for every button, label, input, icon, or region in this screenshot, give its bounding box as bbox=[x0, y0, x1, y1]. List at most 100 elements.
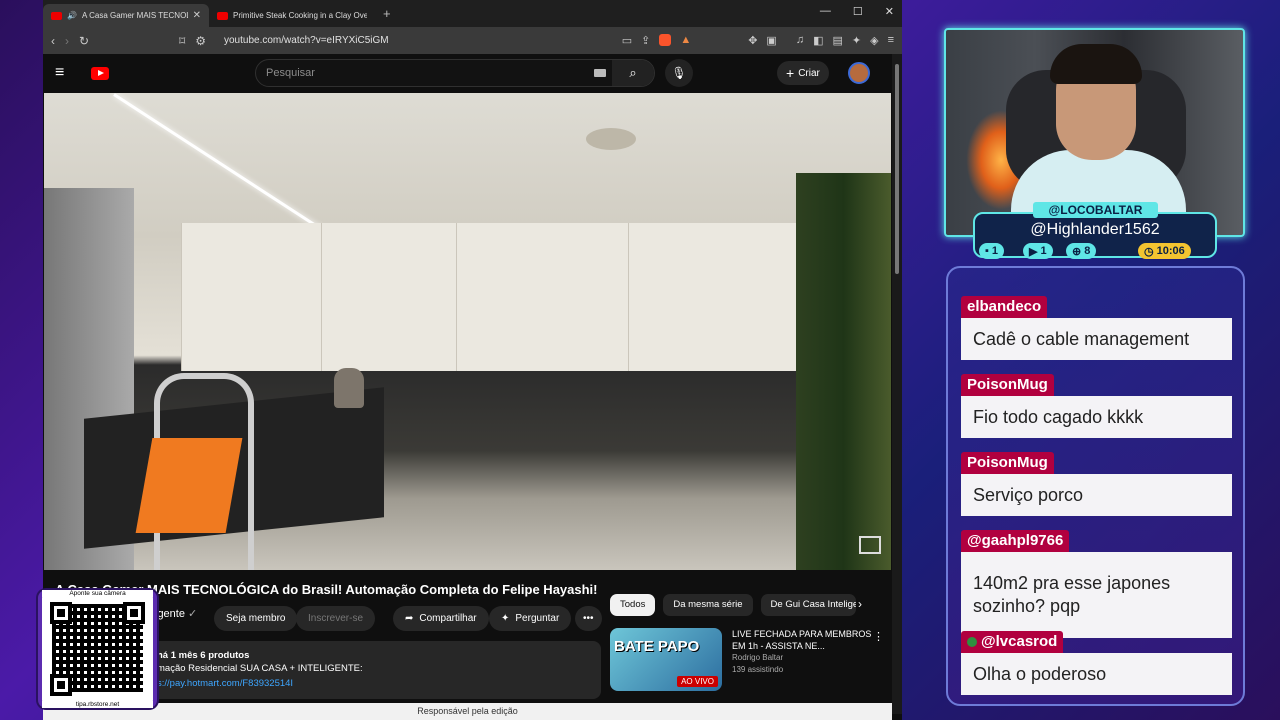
music-icon[interactable]: ♫ bbox=[796, 34, 804, 47]
close-window-icon[interactable]: ✕ bbox=[885, 5, 894, 18]
reload-icon[interactable]: ↻ bbox=[79, 34, 89, 48]
url-field[interactable]: youtube.com/watch?v=eIRYXiC5iGM bbox=[224, 35, 612, 46]
youtube-logo-icon[interactable] bbox=[91, 66, 109, 80]
youtube-icon: ▶ bbox=[1029, 245, 1038, 258]
chat-username: PoisonMug bbox=[961, 374, 1054, 396]
screenshot-icon[interactable]: ▣ bbox=[766, 34, 776, 47]
keyboard-icon[interactable] bbox=[594, 69, 606, 77]
hamburger-icon[interactable]: ≡ bbox=[55, 64, 81, 82]
sub-count-badge: ⊕ 8 bbox=[1066, 243, 1097, 259]
youtube-favicon-icon bbox=[51, 11, 62, 20]
watermark-house-icon bbox=[859, 536, 881, 554]
menu-icon[interactable]: ≡ bbox=[888, 34, 894, 47]
kebab-icon[interactable]: ⋮ bbox=[873, 630, 884, 643]
tab-active[interactable]: 🔊 A Casa Gamer MAIS TECNOLÓGICA do Brasi… bbox=[43, 4, 209, 27]
cast-icon[interactable]: ▭ bbox=[622, 34, 632, 47]
plus-icon: + bbox=[786, 65, 795, 81]
chat-message: PoisonMug Fio todo cagado kkkk bbox=[961, 374, 1232, 438]
chat-message: elbandeco Cadê o cable management bbox=[961, 296, 1232, 360]
scrollbar[interactable] bbox=[892, 54, 902, 714]
qr-caption-top: Aponte sua câmera bbox=[42, 590, 153, 597]
recommendation-title[interactable]: LIVE FECHADA PARA MEMBROS EM 1h - ASSIST… bbox=[732, 628, 872, 652]
youtube-header: ≡ Pesquisar ⌕ 🎙 + Criar bbox=[43, 54, 902, 92]
sub-count: 8 bbox=[1084, 245, 1091, 257]
live-badge: AO VIVO bbox=[677, 676, 718, 687]
rewards-icon[interactable]: ▲ bbox=[680, 34, 691, 47]
share-arrow-icon: ➦ bbox=[405, 613, 414, 624]
qr-finder bbox=[123, 602, 145, 624]
qr-finder bbox=[50, 602, 72, 624]
leo-icon[interactable]: ✦ bbox=[852, 34, 861, 47]
chat-text: Serviço porco bbox=[961, 474, 1232, 516]
clock-icon: ◷ bbox=[1144, 245, 1154, 258]
close-tab-icon[interactable]: ✕ bbox=[193, 10, 201, 21]
browser-window: 🔊 A Casa Gamer MAIS TECNOLÓGICA do Brasi… bbox=[43, 0, 902, 720]
ceiling-speaker bbox=[586, 128, 636, 150]
chat-message: @lvcasrod Olha o poderoso bbox=[961, 631, 1232, 695]
speaker-icon: 🔊 bbox=[67, 11, 77, 20]
chat-text: 140m2 pra esse japones sozinho? pqp bbox=[961, 552, 1232, 638]
description-link[interactable]: s://pay.hotmart.com/F83932514I bbox=[157, 677, 601, 690]
extensions-icon[interactable]: ✥ bbox=[748, 34, 757, 47]
member-button[interactable]: Seja membro bbox=[214, 606, 298, 631]
timer-value: 10:06 bbox=[1156, 245, 1185, 257]
description-box[interactable]: há 1 mês 6 produtos mação Residencial SU… bbox=[105, 641, 601, 699]
wallet-icon[interactable]: ▤ bbox=[832, 34, 842, 47]
search-icon[interactable]: ⌕ bbox=[612, 60, 654, 86]
search-input[interactable]: Pesquisar ⌕ bbox=[255, 59, 655, 87]
member-label: Seja membro bbox=[226, 613, 286, 624]
brave-shield-icon[interactable] bbox=[659, 34, 672, 46]
microphone-icon[interactable]: 🎙 bbox=[665, 59, 693, 87]
chat-text: Fio todo cagado kkkk bbox=[961, 396, 1232, 438]
more-actions-button[interactable]: ••• bbox=[575, 606, 602, 631]
chat-username: elbandeco bbox=[961, 296, 1048, 318]
site-info-icon[interactable]: ⚙ bbox=[195, 34, 206, 48]
plant-wall bbox=[796, 173, 891, 570]
video-player[interactable] bbox=[44, 93, 891, 570]
ask-label: Perguntar bbox=[515, 613, 560, 624]
chip-all[interactable]: Todos bbox=[610, 594, 656, 616]
subscribe-button[interactable]: Inscrever-se bbox=[296, 606, 376, 631]
description-line: mação Residencial SUA CASA + INTELIGENTE… bbox=[157, 663, 363, 674]
chat-username-text: @lvcasrod bbox=[981, 633, 1058, 650]
address-bar: ‹ › ↻ ⌑ ⚙ youtube.com/watch?v=eIRYXiC5iG… bbox=[43, 27, 902, 54]
vpn-icon[interactable]: ◈ bbox=[870, 34, 878, 47]
window-blind bbox=[628, 223, 803, 371]
share-label: Compartilhar bbox=[419, 613, 477, 624]
forward-icon[interactable]: › bbox=[65, 34, 69, 48]
create-button[interactable]: + Criar bbox=[777, 61, 829, 85]
youtube-favicon-icon bbox=[217, 11, 228, 20]
ceiling-light bbox=[113, 93, 333, 238]
tab-title: A Casa Gamer MAIS TECNOLÓGICA do Brasil!… bbox=[81, 11, 188, 20]
recommendation-thumbnail[interactable]: BATE PAPO AO VIVO bbox=[610, 628, 722, 691]
back-icon[interactable]: ‹ bbox=[51, 34, 55, 48]
channel-name[interactable]: igente ✓ bbox=[155, 607, 197, 620]
yt-count-badge: ▶ 1 bbox=[1023, 243, 1053, 259]
scrollbar-thumb[interactable] bbox=[895, 64, 899, 274]
cat bbox=[334, 368, 364, 408]
minimize-icon[interactable]: — bbox=[820, 5, 831, 18]
chip-channel[interactable]: De Gui Casa Inteligente bbox=[760, 594, 856, 616]
recommendation-channel[interactable]: Rodrigo Baltar bbox=[732, 652, 872, 664]
thumbnail-text: BATE PAPO bbox=[614, 638, 700, 655]
ask-button[interactable]: ✦ Perguntar bbox=[489, 606, 572, 631]
subscribe-label: Inscrever-se bbox=[308, 613, 364, 624]
chevron-right-icon[interactable]: › bbox=[858, 597, 862, 611]
chat-username: @lvcasrod bbox=[961, 631, 1064, 653]
chat-username: @gaahpl9766 bbox=[961, 530, 1070, 552]
share-icon[interactable]: ⇪ bbox=[641, 34, 650, 47]
timer-badge: ◷ 10:06 bbox=[1138, 243, 1191, 259]
share-button[interactable]: ➦ Compartilhar bbox=[393, 606, 489, 631]
description-meta: há 1 mês 6 produtos bbox=[157, 650, 250, 661]
chat-count-badge: ▪ 1 bbox=[979, 243, 1005, 259]
maximize-icon[interactable]: ☐ bbox=[853, 5, 863, 18]
tab-second[interactable]: Primitive Steak Cooking in a Clay Oven B… bbox=[209, 4, 375, 27]
sidebar-icon[interactable]: ◧ bbox=[813, 34, 823, 47]
recommendation-viewers: 139 assistindo bbox=[732, 665, 784, 674]
chip-series[interactable]: Da mesma série bbox=[663, 594, 753, 616]
bookmark-icon[interactable]: ⌑ bbox=[179, 34, 185, 48]
recommendation-item[interactable]: BATE PAPO AO VIVO LIVE FECHADA PARA MEMB… bbox=[610, 628, 872, 691]
new-tab-icon[interactable]: + bbox=[383, 6, 391, 21]
footer-bar: Responsável pela edição bbox=[43, 703, 892, 720]
avatar[interactable] bbox=[848, 62, 870, 84]
